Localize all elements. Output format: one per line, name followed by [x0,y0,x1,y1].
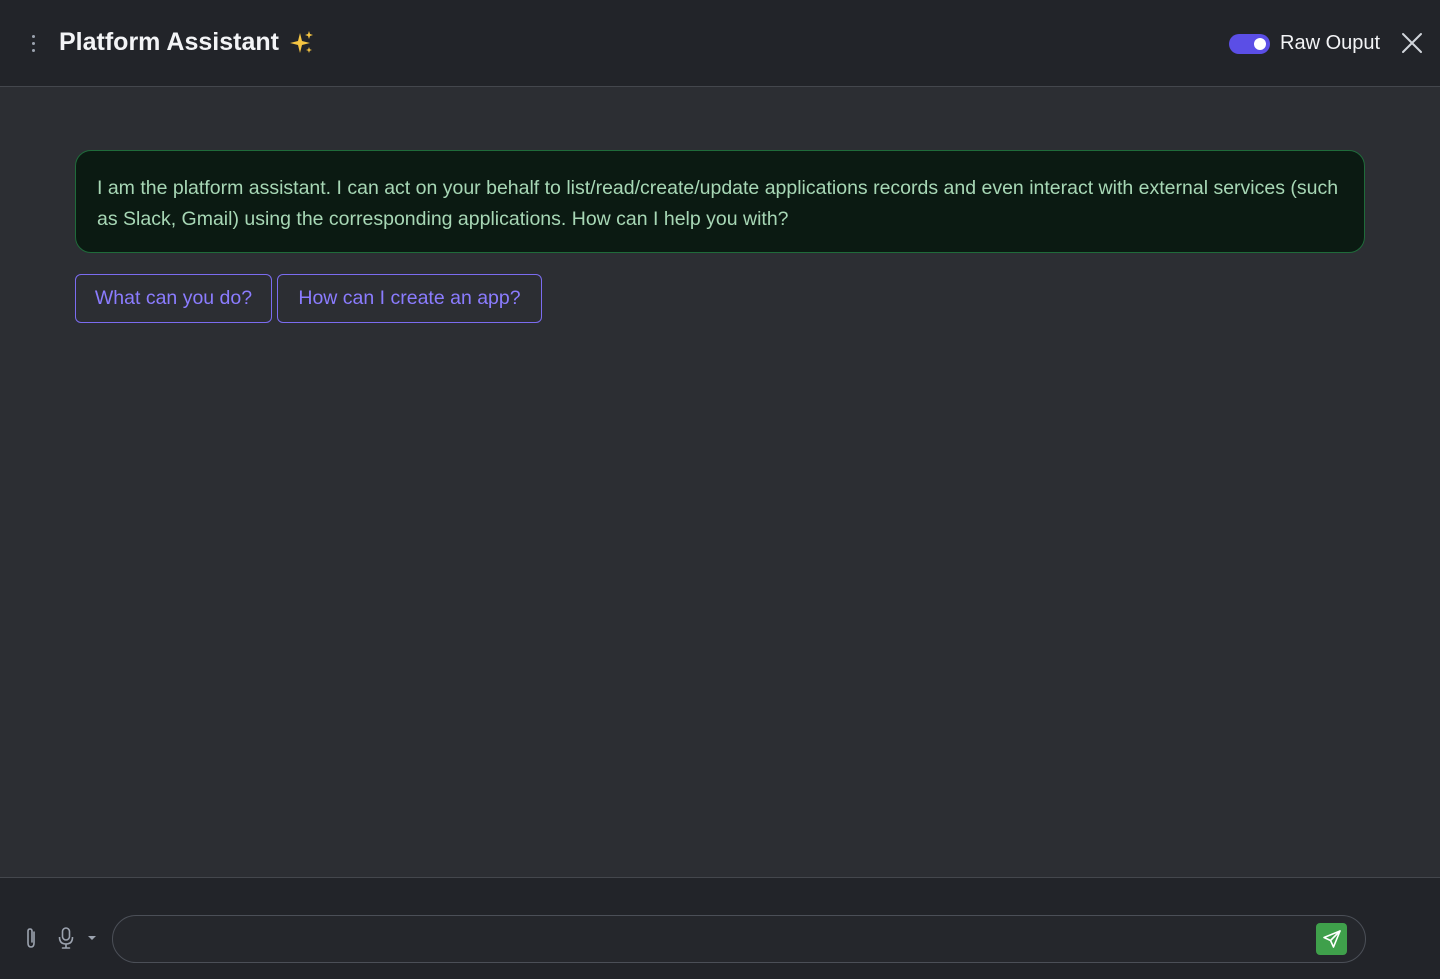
raw-output-label: Raw Ouput [1280,32,1381,54]
send-button[interactable] [1316,923,1347,955]
sparkles-icon [290,31,313,53]
chat-header: Platform Assistant Raw Ouput [0,0,1440,87]
kebab-menu-icon[interactable] [24,30,42,56]
suggestion-what-can-you-do[interactable]: What can you do? [75,274,272,323]
toggle-knob [1254,38,1266,50]
assistant-message: I am the platform assistant. I can act o… [75,150,1365,253]
page-title: Platform Assistant [59,28,279,56]
send-icon [1322,930,1341,948]
raw-output-toggle[interactable] [1229,34,1270,54]
paperclip-icon[interactable] [22,926,40,950]
message-input-wrapper [112,915,1366,963]
caret-down-icon[interactable] [86,934,98,942]
microphone-icon[interactable] [56,926,76,950]
message-input[interactable] [131,916,1311,962]
close-icon[interactable] [1400,31,1424,55]
composer-bar [0,877,1440,979]
suggestion-create-app[interactable]: How can I create an app? [277,274,542,323]
